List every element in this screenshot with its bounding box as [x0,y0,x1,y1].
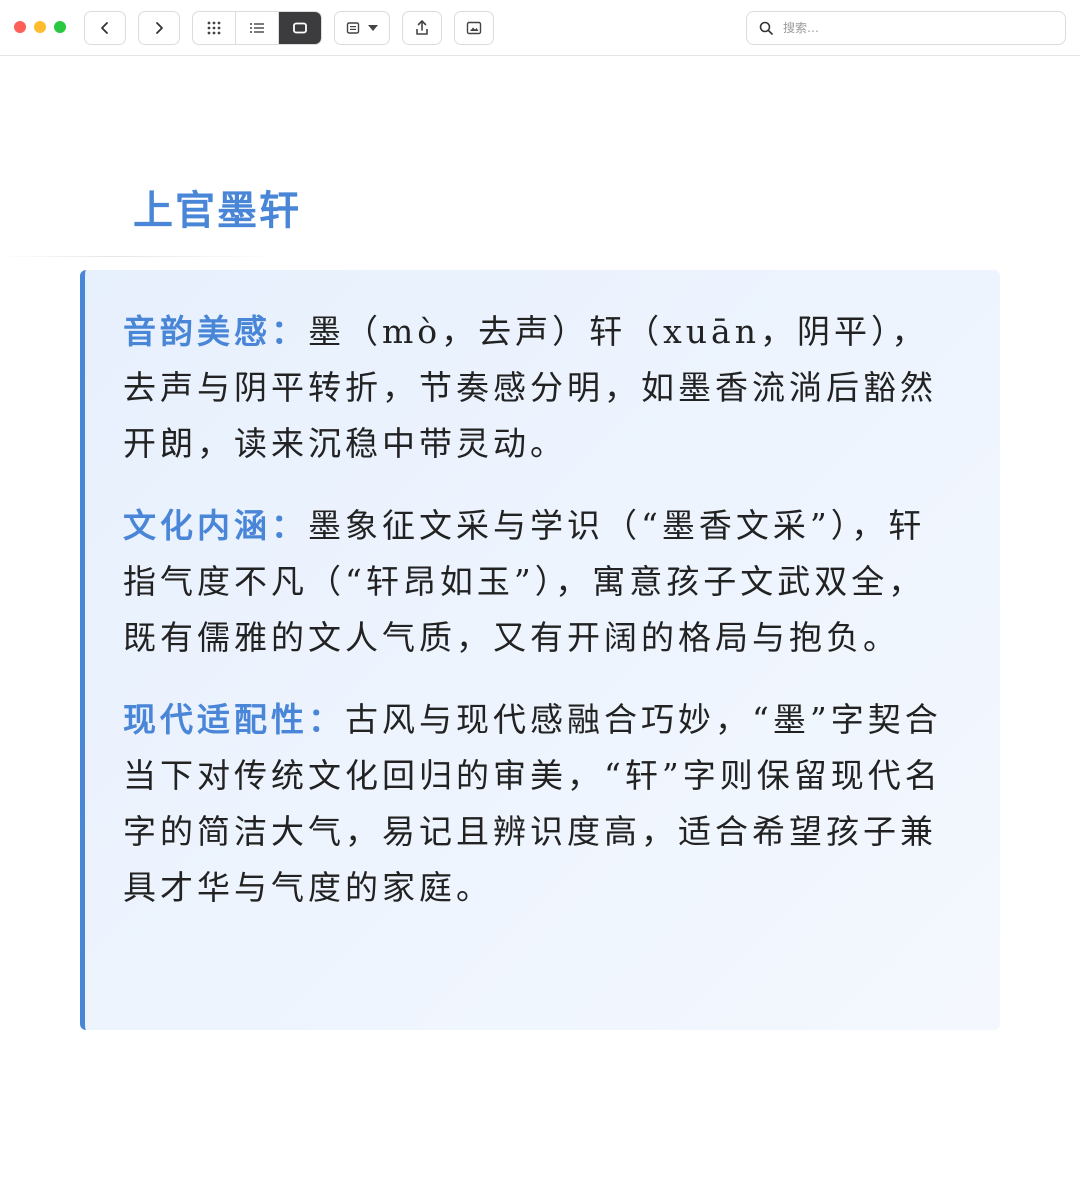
search-icon [759,21,773,35]
single-page-view-button[interactable] [279,12,321,44]
title-divider [0,256,280,257]
chevron-left-icon [101,22,108,34]
zoom-window-button[interactable] [54,21,66,33]
format-menu-button[interactable] [334,11,390,45]
image-insert-button[interactable] [454,11,494,45]
section-separator: ： [271,506,308,545]
page-title: 上官墨轩 [133,187,301,234]
search-box [746,11,1066,45]
list-icon [250,23,264,33]
section-modern-fit: 现代适配性：古风与现代感融合巧妙，“墨”字契合当下对传统文化回归的审美，“轩”字… [123,692,960,916]
toolbar [0,0,1080,56]
section-culture: 文化内涵：墨象征文采与学识（“墨香文采”），轩指气度不凡（“轩昂如玉”），寓意孩… [123,498,960,666]
caret-down-icon [368,25,378,31]
section-label: 现代适配性 [123,700,308,739]
forward-button[interactable] [138,11,180,45]
minimize-window-button[interactable] [34,21,46,33]
back-button[interactable] [84,11,126,45]
single-page-icon [293,22,307,34]
search-input[interactable] [781,20,1045,36]
section-label: 文化内涵 [123,506,271,545]
view-mode-segmented-control [192,11,322,45]
section-separator: ： [271,312,308,351]
share-button[interactable] [402,11,442,45]
content-card: 音韵美感：墨（mò，去声）轩（xuān，阴平），去声与阴平转折，节奏感分明，如墨… [80,270,1000,1030]
grid-view-button[interactable] [193,12,236,44]
list-view-button[interactable] [236,12,279,44]
grid-icon [207,21,221,35]
close-window-button[interactable] [14,21,26,33]
section-separator: ： [308,700,345,739]
text-format-icon [346,22,360,34]
section-phonetics: 音韵美感：墨（mò，去声）轩（xuān，阴平），去声与阴平转折，节奏感分明，如墨… [123,304,960,472]
image-icon [466,21,482,35]
share-icon [416,20,428,35]
section-label: 音韵美感 [123,312,271,351]
chevron-right-icon [156,22,163,34]
